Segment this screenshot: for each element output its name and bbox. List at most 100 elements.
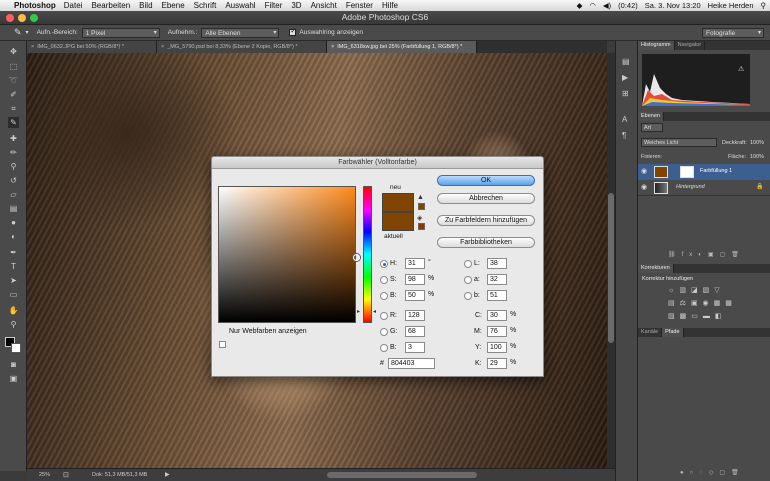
path-selection-icon[interactable]: ➤ — [8, 275, 19, 286]
scrollbar-thumb[interactable] — [608, 193, 614, 343]
clone-stamp-icon[interactable]: ⚲ — [8, 161, 19, 172]
lab-l-radio[interactable] — [464, 260, 472, 268]
hue-field[interactable]: 31 — [405, 258, 425, 269]
move-tool-icon[interactable]: ✥ — [8, 46, 19, 57]
menu-ansicht[interactable]: Ansicht — [311, 1, 337, 10]
menu-datei[interactable]: Datei — [64, 1, 83, 10]
gradient-tool-icon[interactable]: ▤ — [8, 203, 19, 214]
spotlight-icon[interactable]: ⚲ — [761, 1, 767, 10]
out-of-gamut-warning-icon[interactable]: ▲ — [417, 194, 424, 201]
battery-status[interactable]: (0:42) — [618, 1, 638, 10]
pen-tool-icon[interactable]: ✒ — [8, 247, 19, 258]
blue-radio[interactable] — [380, 344, 388, 352]
hue-slider-left-arrow-icon[interactable]: ▸ — [357, 308, 360, 315]
lab-b-field[interactable]: 51 — [487, 290, 507, 301]
lab-l-field[interactable]: 38 — [487, 258, 507, 269]
brightness-radio[interactable] — [380, 292, 388, 300]
healing-brush-icon[interactable]: ✚ — [8, 133, 19, 144]
type-tool-icon[interactable]: T — [8, 261, 19, 272]
workspace-select[interactable]: Fotografie — [702, 27, 764, 38]
hue-slider[interactable] — [363, 186, 372, 323]
menu-fenster[interactable]: Fenster — [346, 1, 373, 10]
quick-mask-icon[interactable]: ◙ — [8, 359, 19, 370]
chevron-down-icon[interactable]: ▾ — [26, 29, 29, 36]
menu-3d[interactable]: 3D — [291, 1, 301, 10]
menu-app-name[interactable]: Photoshop — [14, 1, 56, 10]
tab-mg-5790[interactable]: × _MG_5790.psd bei 8,33% (Ebene 2 Kopie, … — [157, 41, 327, 53]
layer-row-hintergrund[interactable]: ◉ Hintergrund 🔒 — [638, 180, 770, 196]
menu-bild[interactable]: Bild — [139, 1, 152, 10]
ok-button[interactable]: OK — [437, 175, 535, 186]
marquee-tool-icon[interactable]: ⬚ — [8, 61, 19, 72]
close-tab-icon[interactable]: × — [31, 44, 34, 50]
red-field[interactable]: 128 — [405, 310, 425, 321]
horizontal-scrollbar-thumb[interactable] — [327, 472, 477, 478]
opacity-value[interactable]: 100% — [750, 140, 764, 146]
zoom-level[interactable]: 25% — [39, 472, 50, 478]
blend-mode-select[interactable]: Weiches Licht — [641, 138, 717, 147]
menu-hilfe[interactable]: Hilfe — [382, 1, 398, 10]
black-field[interactable]: 29 — [487, 358, 507, 369]
clock[interactable]: Sa. 3. Nov 13:20 — [645, 1, 701, 10]
history-brush-icon[interactable]: ↺ — [8, 175, 19, 186]
layer-kind-filter[interactable]: Art — [641, 123, 663, 132]
tab-layers[interactable]: Ebenen — [638, 112, 664, 121]
saturation-field[interactable]: 98 — [405, 274, 425, 285]
saturation-radio[interactable] — [380, 276, 388, 284]
color-field[interactable] — [218, 186, 360, 323]
green-radio[interactable] — [380, 328, 388, 336]
red-radio[interactable] — [380, 312, 388, 320]
paths-footer-icons[interactable]: ●○◌◇▢🗑 — [680, 469, 745, 476]
screen-mode-icon[interactable]: ▣ — [8, 373, 19, 384]
layer-panel-footer-icons[interactable]: ⛓fx◐▣▢🗑 — [668, 251, 745, 258]
eye-icon[interactable]: ◉ — [641, 167, 647, 175]
adjustment-icons-grid[interactable]: ☼▥◪▧▽ ▤⚖▣◉▦▦ ▨▩▭▬◧ — [668, 284, 748, 323]
paragraph-panel-icon[interactable]: ¶ — [622, 131, 626, 140]
eraser-tool-icon[interactable]: ▱ — [8, 189, 19, 200]
menu-ebene[interactable]: Ebene — [162, 1, 185, 10]
cyan-field[interactable]: 30 — [487, 310, 507, 321]
blur-tool-icon[interactable]: ● — [8, 217, 19, 228]
menu-bearbeiten[interactable]: Bearbeiten — [91, 1, 130, 10]
tab-navigator[interactable]: Navigator — [675, 41, 706, 50]
status-arrow-icon[interactable]: ▶ — [165, 471, 170, 478]
tab-img-0632[interactable]: × IMG_0632.JPG bei 50% (RGB/8*) * — [27, 41, 157, 53]
web-safe-cube-icon[interactable]: ◈ — [417, 214, 422, 222]
actions-panel-icon[interactable]: ▶ — [622, 73, 628, 82]
web-colors-only-checkbox[interactable] — [219, 341, 226, 348]
show-sampling-ring-checkbox[interactable] — [289, 27, 297, 36]
close-tab-icon[interactable]: × — [161, 44, 164, 50]
gamut-color-box[interactable] — [418, 203, 425, 210]
sample-size-select[interactable]: 1 Pixel — [81, 27, 160, 38]
eyedropper-tool-icon[interactable]: ✎ — [8, 117, 19, 128]
color-field-cursor[interactable] — [353, 254, 360, 261]
zoom-tool-icon[interactable]: ⚲ — [8, 319, 19, 330]
hue-slider-right-arrow-icon[interactable]: ◂ — [373, 308, 376, 315]
hex-field[interactable]: 804403 — [388, 358, 435, 369]
lab-a-radio[interactable] — [464, 276, 472, 284]
close-tab-icon[interactable]: × — [331, 44, 334, 50]
green-field[interactable]: 68 — [405, 326, 425, 337]
lab-a-field[interactable]: 32 — [487, 274, 507, 285]
wifi-icon[interactable]: ◠ — [589, 1, 596, 10]
color-libraries-button[interactable]: Farbbibliotheken — [437, 237, 535, 248]
history-panel-icon[interactable]: ▤ — [622, 57, 630, 66]
dropbox-icon[interactable]: ◆ — [577, 1, 583, 10]
web-safe-color-box[interactable] — [418, 223, 425, 230]
brightness-field[interactable]: 50 — [405, 290, 425, 301]
vertical-scrollbar[interactable] — [607, 53, 615, 468]
shape-tool-icon[interactable]: ▭ — [8, 289, 19, 300]
volume-icon[interactable]: ◀) — [603, 1, 611, 10]
character-panel-icon[interactable]: A — [622, 115, 627, 124]
blue-field[interactable]: 3 — [405, 342, 425, 353]
lasso-tool-icon[interactable]: ➰ — [8, 75, 19, 86]
current-color-swatch[interactable] — [382, 212, 414, 231]
menu-auswahl[interactable]: Auswahl — [225, 1, 255, 10]
tab-adjustments[interactable]: Korrekturen — [638, 264, 674, 273]
eye-icon[interactable]: ◉ — [641, 183, 647, 191]
fill-value[interactable]: 100% — [750, 154, 764, 160]
eyedropper-tool-preset-icon[interactable]: ✎ — [14, 27, 22, 38]
warning-icon[interactable]: ⚠ — [738, 65, 744, 73]
menu-schrift[interactable]: Schrift — [194, 1, 217, 10]
lab-b-radio[interactable] — [464, 292, 472, 300]
